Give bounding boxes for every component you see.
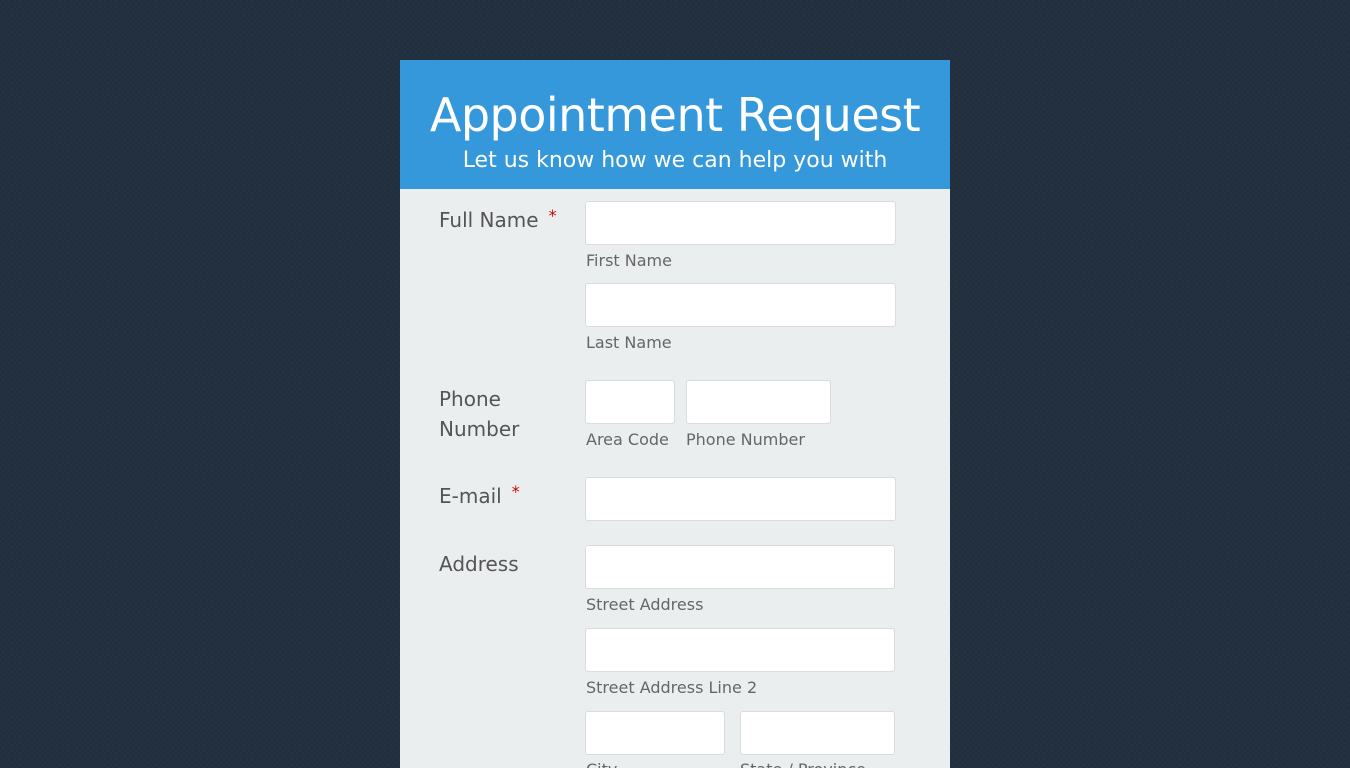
phone-label-line2: Number	[439, 417, 520, 441]
last-name-input[interactable]	[585, 283, 896, 327]
email-input[interactable]	[585, 477, 896, 521]
street-address-line2-input[interactable]	[585, 628, 895, 672]
area-code-sublabel: Area Code	[586, 430, 669, 449]
full-name-label-text: Full Name	[439, 208, 539, 232]
full-name-required-mark: *	[548, 206, 557, 225]
last-name-sublabel: Last Name	[586, 333, 672, 352]
area-code-input[interactable]	[585, 380, 675, 424]
appointment-form: Appointment Request Let us know how we c…	[400, 60, 950, 768]
state-input[interactable]	[740, 711, 895, 755]
state-sublabel: State / Province	[740, 760, 866, 768]
street-address-sublabel: Street Address	[586, 595, 704, 614]
phone-number-input[interactable]	[686, 380, 831, 424]
phone-number-label: Phone Number	[439, 384, 519, 444]
street-address-line2-sublabel: Street Address Line 2	[586, 678, 758, 697]
full-name-label: Full Name *	[439, 205, 557, 235]
phone-number-sublabel: Phone Number	[686, 430, 805, 449]
first-name-sublabel: First Name	[586, 251, 672, 270]
form-header: Appointment Request Let us know how we c…	[400, 60, 950, 189]
city-input[interactable]	[585, 711, 725, 755]
address-label: Address	[439, 552, 519, 576]
email-required-mark: *	[511, 482, 520, 501]
street-address-input[interactable]	[585, 545, 895, 589]
email-label: E-mail *	[439, 481, 520, 511]
email-label-text: E-mail	[439, 484, 502, 508]
first-name-input[interactable]	[585, 201, 896, 245]
city-sublabel: City	[586, 760, 617, 768]
form-subtitle: Let us know how we can help you with	[462, 148, 888, 173]
form-title: Appointment Request	[429, 88, 921, 142]
phone-label-line1: Phone	[439, 387, 501, 411]
